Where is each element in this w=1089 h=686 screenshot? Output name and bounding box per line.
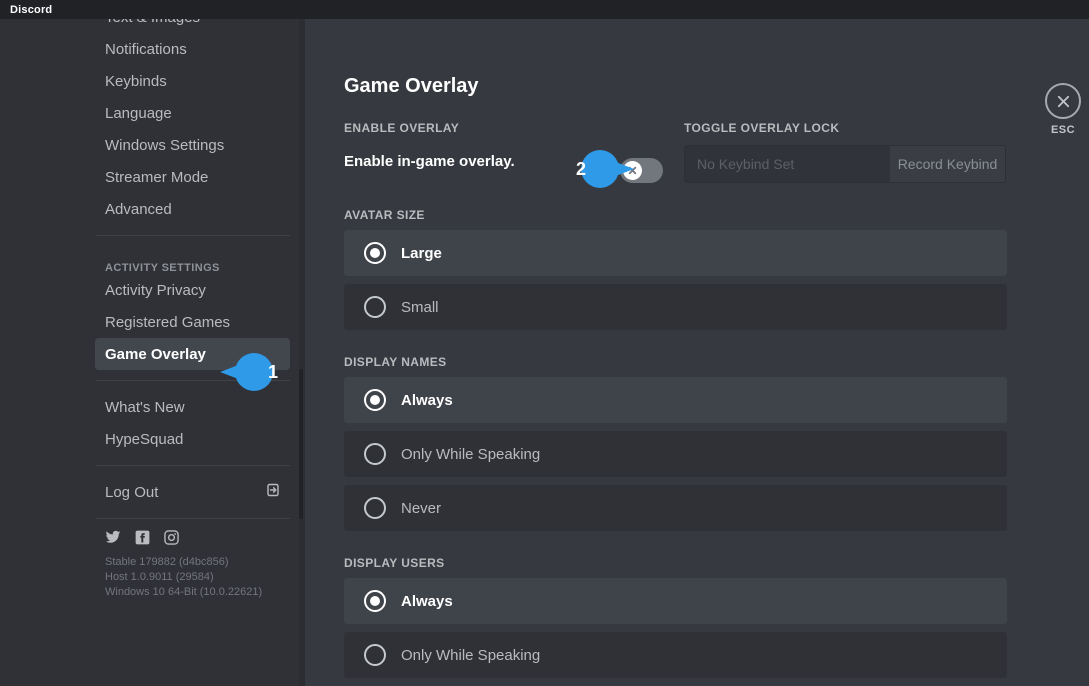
display-users-label: Display Users [344,556,1089,570]
radio-option-users-only-while-speaking[interactable]: Only While Speaking [344,632,1007,678]
window-titlebar: Discord [0,0,1089,19]
display-names-label: Display Names [344,355,1089,369]
radio-option-names-always[interactable]: Always [344,377,1007,423]
sidebar-item-label: Notifications [105,41,187,58]
avatar-size-label: Avatar Size [344,208,1089,222]
callout-number: 1 [254,353,292,391]
sidebar-item-activity-privacy[interactable]: Activity Privacy [95,274,290,306]
sidebar-item-streamer-mode[interactable]: Streamer Mode [95,161,290,193]
sidebar-item-text-and-images[interactable]: Text & Images [95,19,290,33]
version-os: Windows 10 64-Bit (10.0.22621) [105,585,280,600]
radio-icon [364,590,386,612]
sidebar-item-label: Activity Privacy [105,282,206,299]
keybind-field-group: Record Keybind [684,145,1006,183]
radio-option-names-never[interactable]: Never [344,485,1007,531]
display-users-group: Display Users Always Only While Speaking [344,556,1089,678]
sidebar-scrollbar-track[interactable] [299,19,303,686]
instagram-icon[interactable] [164,530,179,545]
version-build: Stable 179882 (d4bc856) [105,555,280,570]
display-names-group: Display Names Always Only While Speaking… [344,355,1089,531]
callout-number: 2 [562,150,600,188]
sidebar-item-language[interactable]: Language [95,97,290,129]
sidebar-item-advanced[interactable]: Advanced [95,193,290,225]
callout-marker-2: 2 [562,150,636,188]
sidebar-item-notifications[interactable]: Notifications [95,33,290,65]
radio-icon [364,242,386,264]
twitter-icon[interactable] [105,529,121,545]
option-label: Small [401,299,439,316]
radio-option-names-only-while-speaking[interactable]: Only While Speaking [344,431,1007,477]
sidebar-item-whats-new[interactable]: What's New [95,391,290,423]
sidebar-item-registered-games[interactable]: Registered Games [95,306,290,338]
sidebar-item-label: What's New [105,399,185,416]
discord-settings-window: Discord Text & Images Notifications Keyb… [0,0,1089,686]
sidebar-item-label: Language [105,105,172,122]
option-label: Large [401,245,442,262]
option-label: Only While Speaking [401,446,540,463]
sidebar-scrollbar-thumb[interactable] [299,369,303,519]
sidebar-item-log-out[interactable]: Log Out [95,476,290,508]
radio-option-avatar-large[interactable]: Large [344,230,1007,276]
settings-content: Game Overlay Enable Overlay Enable in-ga… [305,19,1089,686]
sidebar-item-windows-settings[interactable]: Windows Settings [95,129,290,161]
radio-option-users-always[interactable]: Always [344,578,1007,624]
version-info: Stable 179882 (d4bc856) Host 1.0.9011 (2… [95,555,290,600]
radio-icon [364,443,386,465]
close-esc-label: ESC [1045,124,1081,136]
logout-label: Log Out [105,484,158,501]
close-settings-button[interactable]: ESC [1045,83,1081,136]
sidebar-item-label: HypeSquad [105,431,183,448]
toggle-overlay-lock-section: Toggle Overlay Lock Record Keybind [684,121,1006,183]
sidebar-item-label: Registered Games [105,314,230,331]
sidebar-item-label: Streamer Mode [105,169,208,186]
keybind-input[interactable] [685,146,890,182]
enable-overlay-label: Enable Overlay [344,121,684,135]
radio-icon [364,296,386,318]
sidebar-item-label: Keybinds [105,73,167,90]
sidebar-section-activity-settings: Activity Settings [95,246,290,274]
sidebar-divider [96,235,290,236]
enable-overlay-description: Enable in-game overlay. [344,153,515,170]
option-label: Never [401,500,441,517]
sidebar-item-keybinds[interactable]: Keybinds [95,65,290,97]
sidebar-item-hypesquad[interactable]: HypeSquad [95,423,290,455]
sidebar-item-label: Windows Settings [105,137,224,154]
option-label: Always [401,593,453,610]
close-icon [1045,83,1081,119]
sidebar-divider [96,465,290,466]
toggle-overlay-lock-label: Toggle Overlay Lock [684,121,1006,135]
option-label: Always [401,392,453,409]
sidebar-item-label: Text & Images [105,19,200,26]
option-label: Only While Speaking [401,647,540,664]
radio-icon [364,389,386,411]
social-links [95,529,290,545]
window-title: Discord [10,4,52,16]
callout-marker-1: 1 [218,353,292,391]
radio-icon [364,644,386,666]
facebook-icon[interactable] [135,530,150,545]
sidebar-item-label: Advanced [105,201,172,218]
logout-icon [266,483,280,501]
avatar-size-group: Avatar Size Large Small [344,208,1089,330]
radio-option-avatar-small[interactable]: Small [344,284,1007,330]
page-title: Game Overlay [344,75,1089,98]
sidebar-divider [96,518,290,519]
record-keybind-button[interactable]: Record Keybind [890,146,1005,182]
sidebar-item-label: Game Overlay [105,346,206,363]
pane-divider [303,19,305,686]
version-host: Host 1.0.9011 (29584) [105,570,280,585]
radio-icon [364,497,386,519]
